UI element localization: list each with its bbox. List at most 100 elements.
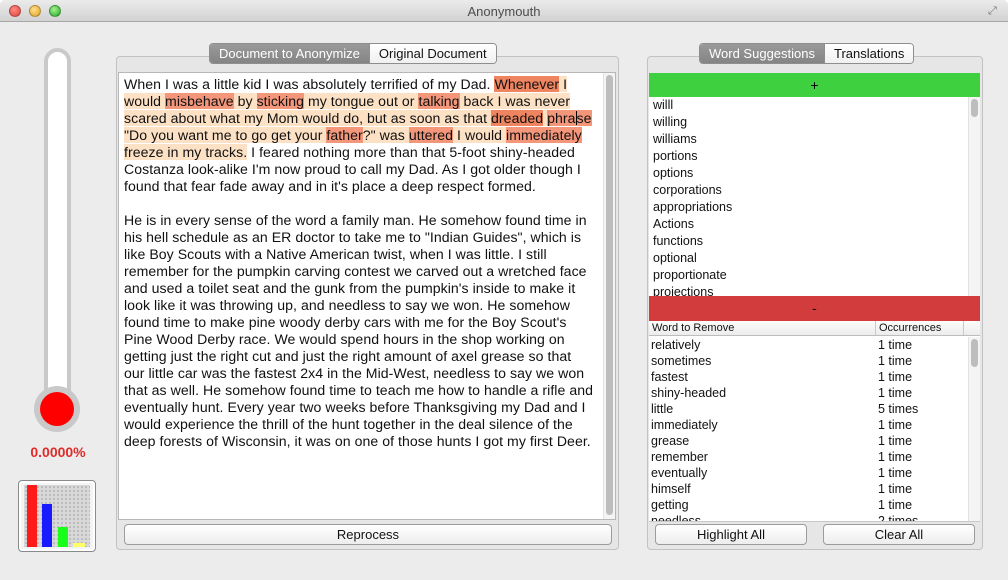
sentence-text: ?" was — [362, 127, 409, 143]
word-to-remove: sticking — [256, 93, 304, 109]
table-row[interactable]: shiny-headed 1 time — [649, 385, 980, 401]
word-cell: little — [651, 402, 674, 416]
paragraph-2: He is in every sense of the word a famil… — [124, 212, 594, 449]
suggestion-item[interactable]: willl — [649, 97, 980, 114]
table-row[interactable]: needless 2 times — [649, 513, 980, 522]
sentence-text: "Do you want me to go get your — [124, 127, 327, 143]
anonymity-thermometer — [44, 48, 71, 408]
word-to-remove: Whenever — [494, 76, 560, 92]
suggestion-item[interactable]: options — [649, 165, 980, 182]
suggestion-item[interactable]: williams — [649, 131, 980, 148]
occurrences-cell: 1 time — [878, 418, 913, 432]
word-cell: shiny-headed — [651, 386, 727, 400]
sentence-text: by — [233, 93, 257, 109]
word-cell: remember — [651, 450, 708, 464]
word-to-remove: misbehave — [165, 93, 234, 109]
word-cell: fastest — [651, 370, 688, 384]
occurrences-cell: 1 time — [878, 434, 913, 448]
document-text[interactable]: When I was a little kid I was absolutely… — [124, 76, 594, 467]
word-part: se — [576, 110, 592, 126]
suggestions-scroll-thumb[interactable] — [971, 99, 978, 117]
tab-word-suggestions[interactable]: Word Suggestions — [700, 44, 824, 63]
feature-bar — [73, 543, 85, 547]
occurrences-cell: 2 times — [878, 514, 919, 522]
suggestion-item[interactable]: corporations — [649, 182, 980, 199]
table-row[interactable]: eventually 1 time — [649, 465, 980, 481]
remove-table-scroll-thumb[interactable] — [971, 339, 978, 367]
suggestion-item[interactable]: functions — [649, 233, 980, 250]
word-to-remove: immediately — [506, 127, 582, 143]
highlight-all-button[interactable]: Highlight All — [655, 524, 807, 545]
suggestion-tabs: Word Suggestions Translations — [699, 43, 915, 64]
clear-all-button[interactable]: Clear All — [823, 524, 975, 545]
feature-bar-chart-plot — [24, 485, 90, 547]
word-cell: immediately — [651, 418, 718, 432]
thermometer-bulb — [34, 386, 80, 432]
occurrences-cell: 1 time — [878, 450, 913, 464]
feature-bar-chart[interactable] — [18, 480, 96, 552]
occurrences-cell: 1 time — [878, 370, 913, 384]
word-to-remove: talking — [418, 93, 460, 109]
word-to-remove: dreaded — [491, 110, 544, 126]
column-header-spacer — [963, 321, 980, 335]
title-bar: Anonymouth ⤢ — [0, 0, 1008, 22]
document-editor[interactable]: When I was a little kid I was absolutely… — [118, 72, 616, 520]
fullscreen-icon[interactable]: ⤢ — [988, 5, 1000, 17]
table-row[interactable]: getting 1 time — [649, 497, 980, 513]
suggestion-item[interactable]: appropriations — [649, 199, 980, 216]
column-header-word[interactable]: Word to Remove — [649, 321, 734, 335]
words-to-remove-table[interactable]: Word to Remove Occurrences relatively 1 t… — [649, 321, 980, 522]
table-row[interactable]: fastest 1 time — [649, 369, 980, 385]
column-header-occurrences[interactable]: Occurrences — [875, 321, 941, 335]
table-row[interactable]: remember 1 time — [649, 449, 980, 465]
suggestion-item[interactable]: proportionate — [649, 267, 980, 284]
table-row[interactable]: relatively 1 time — [649, 337, 980, 353]
tab-original-document[interactable]: Original Document — [368, 44, 496, 63]
tab-translations[interactable]: Translations — [824, 44, 914, 63]
suggestion-item[interactable]: portions — [649, 148, 980, 165]
thermometer-fill — [40, 392, 74, 426]
sentence-text: I would — [453, 127, 507, 143]
words-to-add-list[interactable]: willl willing williams portions options corpo… — [649, 97, 980, 296]
occurrences-cell: 1 time — [878, 354, 913, 368]
suggestion-item[interactable]: willing — [649, 114, 980, 131]
occurrences-cell: 1 time — [878, 466, 913, 480]
document-scrollbar[interactable] — [603, 73, 615, 519]
feature-bar — [27, 485, 37, 547]
word-to-remove: uttered — [408, 127, 454, 143]
reprocess-button[interactable]: Reprocess — [124, 524, 612, 545]
feature-bar — [58, 527, 68, 547]
word-cell: getting — [651, 498, 689, 512]
word-to-remove: father — [326, 127, 363, 143]
table-row[interactable]: sometimes 1 time — [649, 353, 980, 369]
words-to-add-header: + — [649, 73, 980, 97]
window-title: Anonymouth — [467, 4, 541, 19]
word-cell: eventually — [651, 466, 708, 480]
remove-table-scrollbar[interactable] — [968, 337, 980, 521]
sentence-text: freeze in my tracks. — [124, 144, 248, 160]
word-cell: himself — [651, 482, 691, 496]
table-row[interactable]: little 5 times — [649, 401, 980, 417]
feature-bar — [42, 504, 52, 547]
table-row[interactable]: himself 1 time — [649, 481, 980, 497]
suggestions-scrollbar[interactable] — [968, 97, 980, 296]
suggestion-items: willl willing williams portions options corpo… — [649, 97, 980, 296]
sentence-text: my tongue out or — [303, 93, 419, 109]
words-to-remove-header: - — [649, 296, 980, 321]
suggestion-item[interactable]: projections — [649, 284, 980, 296]
tab-document-to-anonymize[interactable]: Document to Anonymize — [210, 44, 369, 63]
suggestion-item[interactable]: optional — [649, 250, 980, 267]
word-cell: grease — [651, 434, 690, 448]
sentence-1: When I was a little kid I was absolutely… — [124, 76, 495, 92]
word-to-remove: phrase — [547, 110, 592, 126]
table-row[interactable]: immediately 1 time — [649, 417, 980, 433]
anonymity-percent: 0.0000% — [30, 444, 86, 460]
app-window: Anonymouth ⤢ 0.0000% Document to Anonymi… — [0, 0, 1008, 580]
document-scroll-thumb[interactable] — [606, 75, 613, 515]
occurrences-cell: 1 time — [878, 482, 913, 496]
word-cell: needless — [651, 514, 702, 522]
paragraph-1: When I was a little kid I was absolutely… — [124, 76, 594, 195]
suggestion-item[interactable]: Actions — [649, 216, 980, 233]
table-row[interactable]: grease 1 time — [649, 433, 980, 449]
occurrences-cell: 1 time — [878, 498, 913, 512]
